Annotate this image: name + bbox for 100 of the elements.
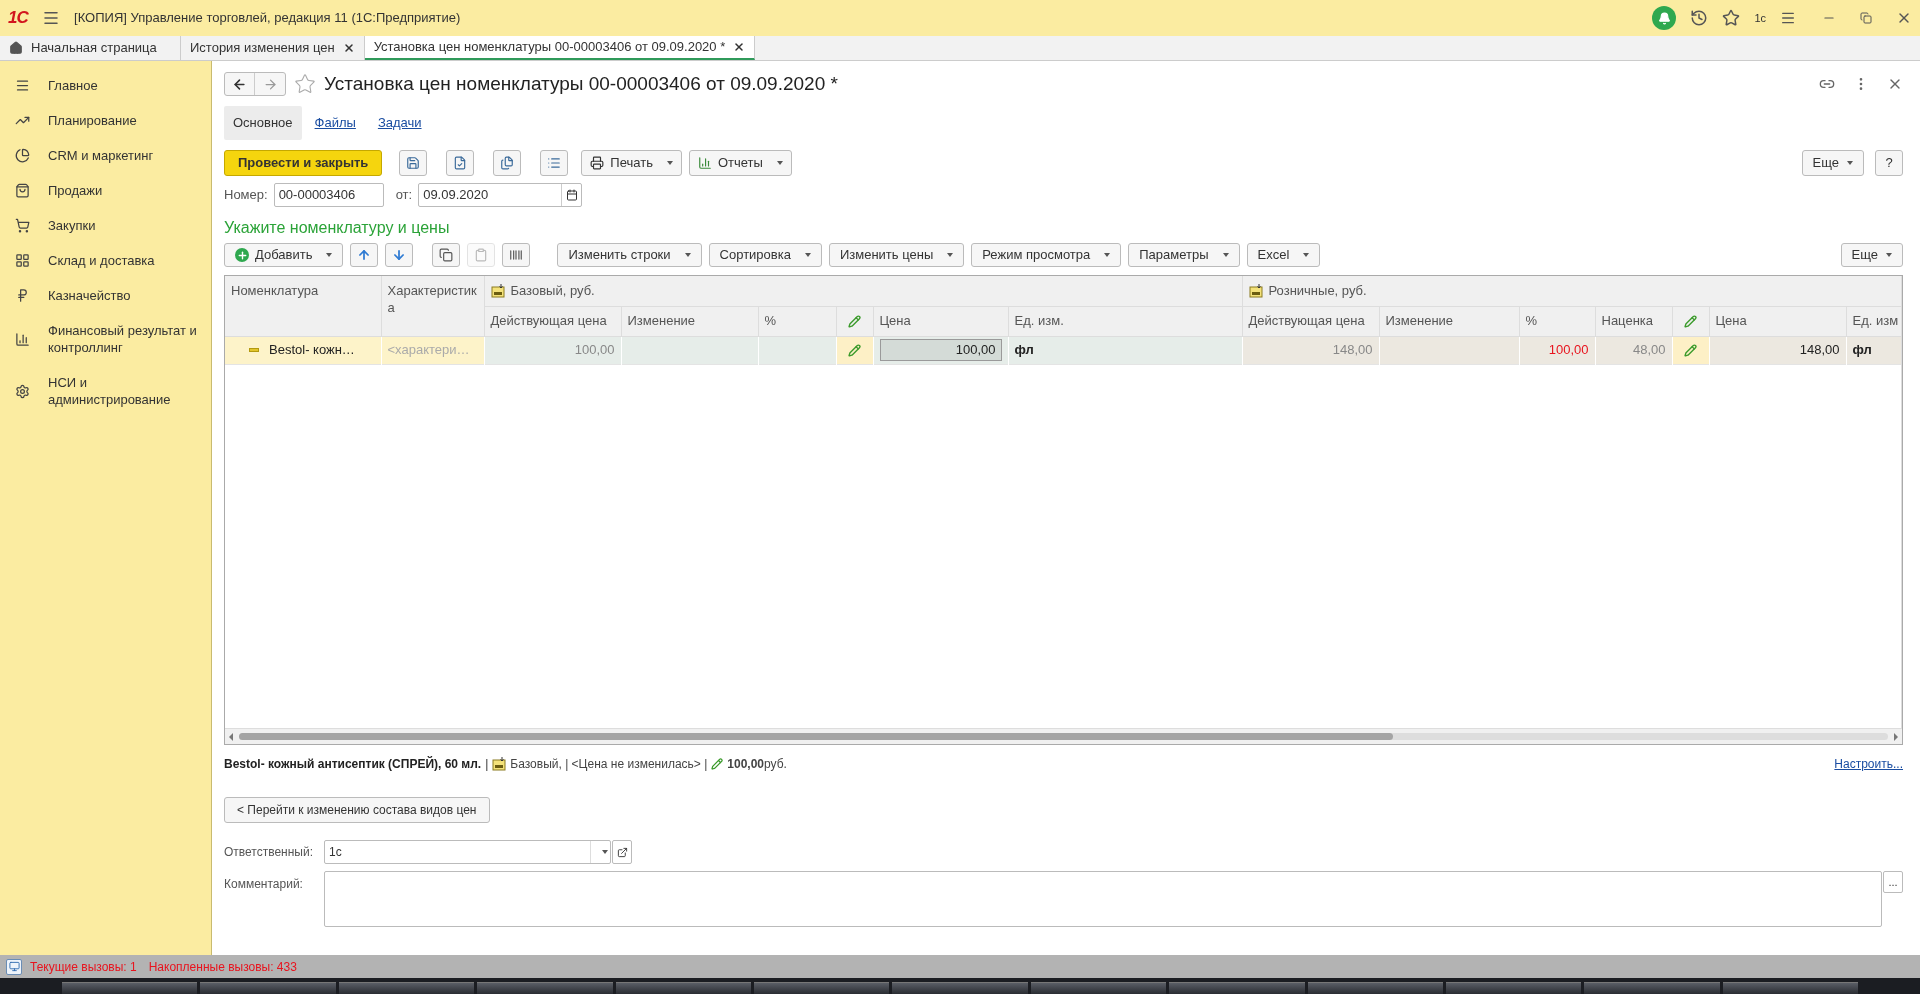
menu-button[interactable]: Excel [1246,243,1321,267]
column-header[interactable]: Изменение [621,306,758,336]
bar-chart-icon [15,331,30,347]
column-header[interactable]: Номенклатура [225,276,381,336]
sidebar-item[interactable]: Закупки [48,217,96,234]
price-input[interactable]: 100,00 [879,339,1002,361]
cart-icon [15,218,30,233]
caret-icon [1303,253,1310,257]
column-header[interactable]: Характеристика [381,276,484,336]
sidebar-item[interactable]: Склад и доставка [48,252,155,269]
form-tab[interactable]: Задачи [368,106,431,140]
taskbar-button[interactable] [477,982,613,994]
form-tab[interactable]: Основное [224,106,302,140]
sidebar-item[interactable]: CRM и маркетинг [48,147,154,164]
menu-button[interactable]: Изменить строки [557,243,702,267]
column-header[interactable]: Цена [1709,306,1846,336]
caret-icon [1847,161,1853,165]
pencil-icon [1684,315,1697,329]
notifications-button[interactable] [1652,6,1677,30]
taskbar-button[interactable] [892,982,1028,994]
open-button[interactable] [612,840,632,864]
taskbar-button[interactable] [62,982,198,994]
toolbar-button[interactable] [446,150,475,176]
date-field[interactable]: 09.09.2020 [418,183,583,207]
menu-button[interactable]: Изменить цены [828,243,965,267]
number-label: Номер: [224,186,268,205]
vertical-scrollbar[interactable] [1901,276,1902,728]
taskbar-button[interactable] [338,982,475,994]
more-button[interactable]: Еще [1840,243,1903,267]
menu-button[interactable]: Отчеты [688,150,792,176]
history-icon[interactable] [1690,9,1709,27]
sidebar-item[interactable]: НСИ и администрирование [48,374,205,408]
back-to-price-types-button[interactable]: < Перейти к изменению состава видов цен [224,797,490,823]
taskbar-button[interactable] [1445,982,1582,994]
column-header[interactable]: Действующая цена [484,306,621,336]
price-type-icon [492,757,507,771]
caret-icon [1222,253,1229,257]
menu-button[interactable]: Печать [581,150,682,176]
menu-button[interactable]: Режим просмотра [971,243,1122,267]
settings-menu-icon[interactable] [1780,10,1796,26]
taskbar-button[interactable] [1169,982,1305,994]
separator-text: | [485,756,489,773]
window-tab[interactable]: Установка цен номенклатуры 00-00003406 от 09.09.2020 * [364,36,756,60]
restore-icon[interactable] [1860,12,1872,24]
toolbar-button[interactable] [493,150,522,176]
sidebar-item[interactable]: Продажи [48,182,103,199]
toolbar-button[interactable] [540,150,569,176]
app-logo: 1С [8,7,29,30]
menu-button[interactable]: Сортировка [708,243,822,267]
configure-link[interactable]: Настроить... [1834,755,1903,773]
column-header[interactable]: Цена [873,306,1008,336]
menu-button[interactable]: Параметры [1128,243,1240,267]
close-tab-icon[interactable] [733,41,746,53]
pencil-icon [711,758,724,770]
more-button[interactable]: Еще [1801,150,1864,176]
star-icon[interactable] [1722,9,1741,27]
toolbar-button[interactable] [350,243,379,267]
toolbar-button[interactable] [502,243,531,267]
taskbar-button[interactable] [1307,982,1443,994]
price-type-icon [1248,283,1263,298]
printer-icon [590,156,605,170]
column-header[interactable]: Действующая цена [1242,306,1379,336]
column-header[interactable]: % [758,306,836,336]
column-header[interactable]: Ед. изм [1846,306,1901,336]
sidebar-item[interactable]: Казначейство [48,287,131,304]
taskbar-button[interactable] [200,982,336,994]
column-header[interactable]: % [1519,306,1595,336]
sidebar-item[interactable]: Планирование [48,112,137,129]
taskbar-button[interactable] [1584,982,1720,994]
toolbar-button[interactable] [399,150,428,176]
taskbar-button[interactable] [1722,982,1859,994]
table-row[interactable]: Bestol- кожн… <характери… 100,00 100,00 фл 148,00 100,00 48,00 148,00 фл [225,336,1901,364]
calendar-icon[interactable] [565,189,578,201]
number-field[interactable]: 00-00003406 [273,183,384,207]
comment-field[interactable] [324,871,1882,927]
taskbar-button[interactable] [1030,982,1167,994]
select-button[interactable]: ... [1883,871,1903,893]
column-header[interactable]: Изменение [1379,306,1519,336]
user-name[interactable]: 1с [1754,9,1766,27]
document-check-icon [453,156,468,170]
taskbar-button[interactable] [753,982,890,994]
sidebar-item[interactable]: Главное [48,77,98,94]
horizontal-scrollbar[interactable] [225,728,1902,744]
responsible-field[interactable]: 1с [324,840,611,864]
toolbar-button[interactable] [432,243,461,267]
taskbar-button[interactable] [615,982,751,994]
toolbar-button[interactable] [385,243,414,267]
pie-chart-icon [15,148,30,163]
form-tab[interactable]: Файлы [305,106,365,140]
column-header[interactable]: Ед. изм. [1008,306,1242,336]
open-icon [616,846,628,858]
menu-icon[interactable] [42,9,61,27]
date-label: от: [395,186,413,205]
menu-button[interactable]: Добавить [224,243,344,267]
post-and-close-button[interactable]: Провести и закрыть [224,150,383,176]
sidebar-item[interactable]: Финансовый результат и контроллинг [48,322,205,356]
close-tab-icon[interactable] [342,42,355,54]
column-header[interactable]: Наценка [1595,306,1672,336]
favorite-icon[interactable] [294,73,316,95]
help-button[interactable]: ? [1875,150,1903,176]
